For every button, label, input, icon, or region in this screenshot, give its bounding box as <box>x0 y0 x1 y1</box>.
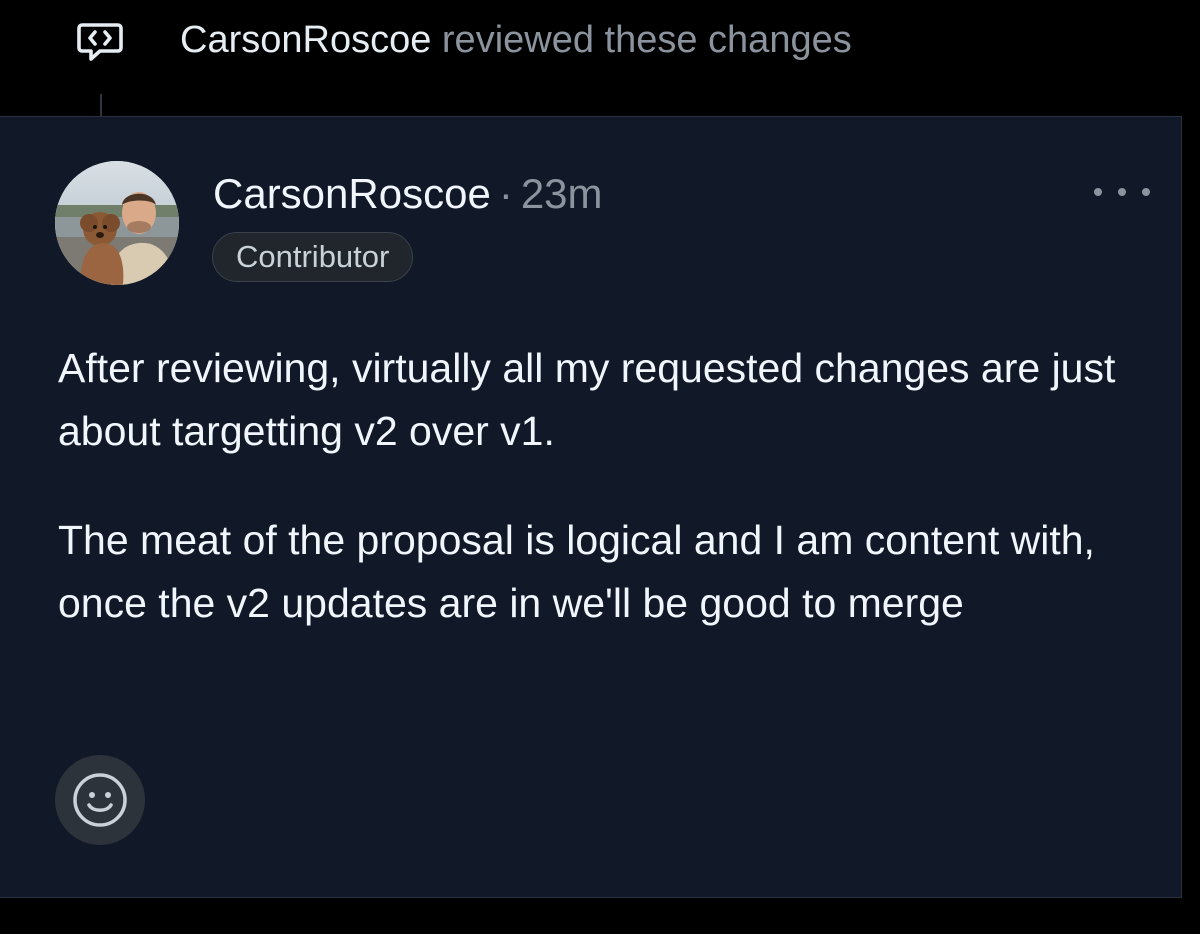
menu-dot <box>1094 188 1102 196</box>
role-badge: Contributor <box>212 232 414 282</box>
comment-timestamp[interactable]: 23m <box>521 170 603 217</box>
code-review-icon <box>77 23 123 61</box>
avatar-photo <box>55 161 179 285</box>
menu-dot <box>1118 188 1126 196</box>
bottom-strip <box>0 898 1200 934</box>
review-comment-card: CarsonRoscoe · 23m Contributor After revie… <box>0 116 1182 898</box>
timeline-review-event: CarsonRoscoe reviewed these changes <box>0 0 1200 116</box>
pr-timeline-page: CarsonRoscoe reviewed these changes Cars… <box>0 0 1200 934</box>
comment-paragraph: After reviewing, virtually all my reques… <box>58 345 1116 454</box>
author-name[interactable]: CarsonRoscoe <box>213 170 491 217</box>
comment-body: After reviewing, virtually all my reques… <box>58 337 1148 681</box>
review-event-action: reviewed these changes <box>431 19 852 61</box>
comment-header: CarsonRoscoe · 23m <box>213 167 603 221</box>
review-event-actor[interactable]: CarsonRoscoe <box>180 19 431 61</box>
smiley-icon <box>73 773 127 827</box>
review-event-text: CarsonRoscoe reviewed these changes <box>180 16 852 64</box>
menu-dot <box>1142 188 1150 196</box>
add-reaction-button[interactable] <box>55 755 145 845</box>
timeline-connector <box>100 94 102 116</box>
header-separator: · <box>498 170 513 217</box>
kebab-horizontal-icon[interactable] <box>1094 177 1150 207</box>
comment-paragraph: The meat of the proposal is logical and … <box>58 517 1095 626</box>
author-avatar[interactable] <box>55 161 179 285</box>
